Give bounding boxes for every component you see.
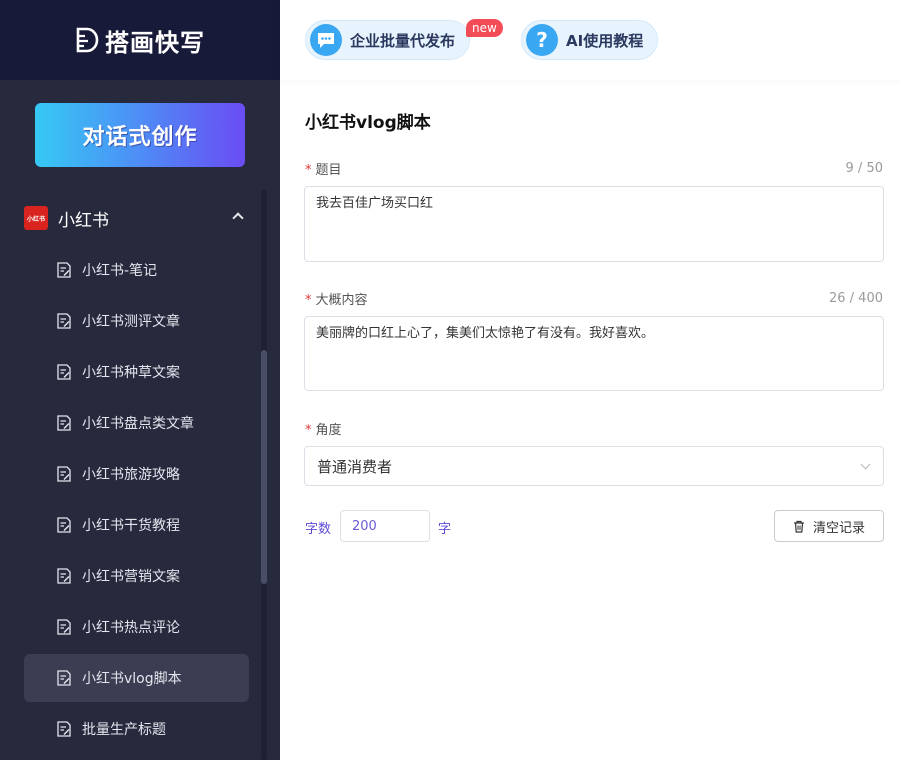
document-icon — [57, 262, 71, 278]
sidebar-item-2[interactable]: 小红书种草文案 — [24, 348, 249, 396]
sidebar-item-label: 小红书热点评论 — [82, 620, 180, 636]
sidebar-item-label: 小红书营销文案 — [82, 569, 180, 585]
sidebar-item-5[interactable]: 小红书干货教程 — [24, 501, 249, 549]
sidebar-item-label: 小红书种草文案 — [82, 365, 180, 381]
document-icon — [57, 670, 71, 686]
xiaohongshu-logo-icon: 小红书 — [24, 206, 48, 230]
sidebar-scrollbar-thumb[interactable] — [261, 350, 267, 584]
tutorial-button-label: AI使用教程 — [566, 31, 644, 50]
top-bar: 企业批量代发布 ? AI使用教程 — [280, 0, 901, 80]
content-textarea[interactable]: 美丽牌的口红上心了，集美们太惊艳了有没有。我好喜欢。 — [304, 316, 884, 391]
sidebar-item-label: 小红书盘点类文章 — [82, 416, 194, 432]
sidebar-item-3[interactable]: 小红书盘点类文章 — [24, 399, 249, 447]
document-icon — [57, 415, 71, 431]
chevron-down-icon — [860, 459, 871, 470]
ai-tutorial-button[interactable]: ? AI使用教程 — [521, 20, 659, 60]
sidebar-menu: 小红书-笔记小红书测评文章 小红书种草文案 小红书盘点类文章 小红书旅游攻略 小红书干货… — [24, 246, 249, 756]
logo-bar: 搭画快写 — [0, 0, 280, 80]
angle-label: * 角度 — [305, 423, 342, 438]
logo-icon — [76, 27, 99, 53]
sidebar-item-label: 小红书-笔记 — [82, 263, 158, 279]
document-icon — [57, 517, 71, 533]
enterprise-button-label: 企业批量代发布 — [350, 31, 456, 50]
sidebar-item-9[interactable]: 批量生产标题 — [24, 705, 249, 753]
angle-select[interactable]: 普通消费者 — [304, 446, 884, 486]
sidebar-item-label: 小红书测评文章 — [82, 314, 180, 330]
document-icon — [57, 619, 71, 635]
document-icon — [57, 466, 71, 482]
sidebar-item-label: 小红书vlog脚本 — [82, 671, 182, 687]
new-badge: new — [466, 19, 503, 37]
group-label: 小红书 — [58, 210, 109, 231]
clear-button-label: 清空记录 — [812, 520, 865, 536]
content-counter: 26 / 400 — [829, 291, 883, 306]
content-label: * 大概内容 — [305, 293, 368, 308]
sidebar-item-7[interactable]: 小红书热点评论 — [24, 603, 249, 651]
document-icon — [57, 313, 71, 329]
sidebar-item-8[interactable]: 小红书vlog脚本 — [24, 654, 249, 702]
word-count-input[interactable]: 200 — [340, 510, 430, 542]
sidebar-item-1[interactable]: 小红书测评文章 — [24, 297, 249, 345]
angle-selected-value: 普通消费者 — [317, 457, 393, 476]
sidebar-item-0[interactable]: 小红书-笔记 — [24, 246, 249, 294]
sidebar-item-6[interactable]: 小红书营销文案 — [24, 552, 249, 600]
chat-bubble-icon — [310, 24, 342, 56]
page-title: 小红书vlog脚本 — [305, 113, 431, 133]
sidebar-item-4[interactable]: 小红书旅游攻略 — [24, 450, 249, 498]
document-icon — [57, 568, 71, 584]
document-icon — [57, 721, 71, 737]
topic-counter: 9 / 50 — [845, 161, 883, 176]
document-icon — [57, 364, 71, 380]
word-count-unit: 字 — [438, 522, 452, 537]
sidebar-item-label: 小红书干货教程 — [82, 518, 180, 534]
topic-textarea[interactable]: 我去百佳广场买口红 — [304, 186, 884, 262]
chevron-up-icon[interactable] — [232, 212, 244, 224]
conversational-create-button[interactable]: 对话式创作 — [35, 103, 245, 167]
app-name: 搭画快写 — [105, 28, 205, 57]
sidebar-item-label: 小红书旅游攻略 — [82, 467, 180, 483]
trash-icon — [793, 520, 804, 533]
sidebar-item-label: 批量生产标题 — [82, 722, 166, 738]
clear-history-button[interactable]: 清空记录 — [774, 510, 884, 542]
topic-label: * 题目 — [305, 163, 342, 178]
sidebar: 搭画快写 对话式创作 小红书 小红书 小红书-笔记 小红书测评文章 小红书种草文案小… — [0, 0, 280, 760]
enterprise-batch-publish-button[interactable]: 企业批量代发布 — [305, 20, 471, 60]
word-count-label: 字数 — [305, 522, 332, 537]
question-mark-icon: ? — [526, 24, 558, 56]
group-header-xiaohongshu[interactable]: 小红书 小红书 — [24, 204, 250, 232]
